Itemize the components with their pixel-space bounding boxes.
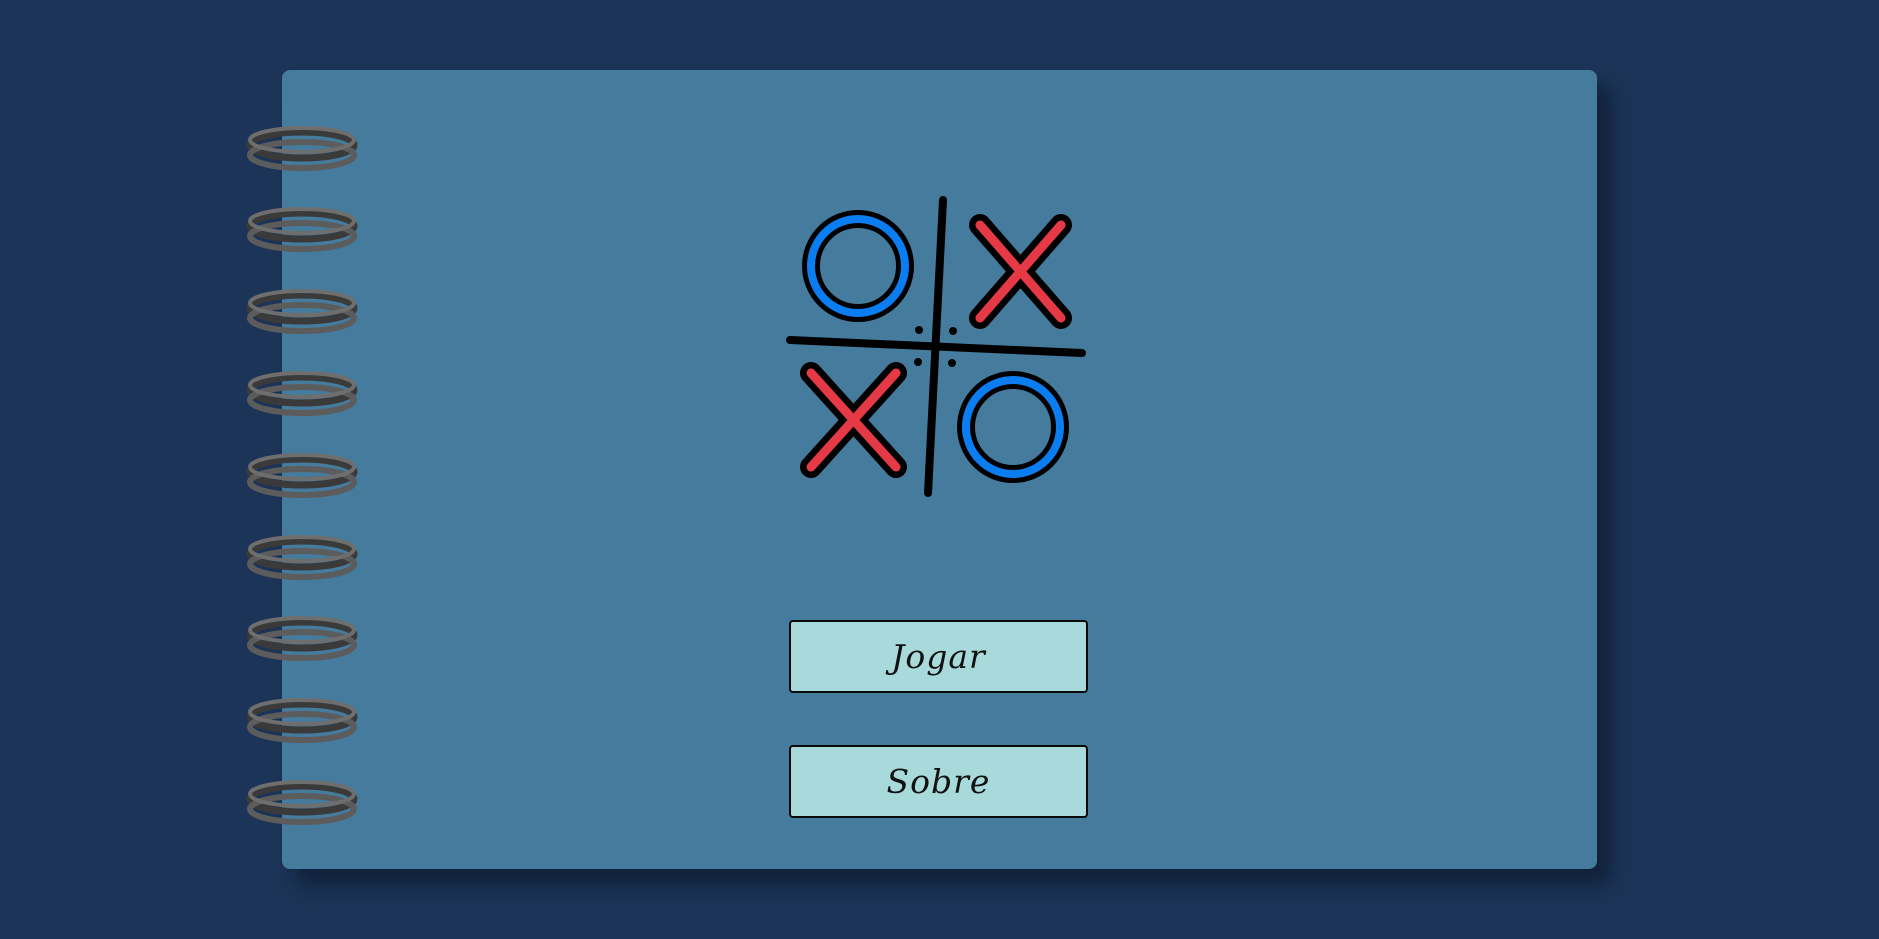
about-button[interactable]: Sobre <box>789 745 1088 818</box>
tic-tac-toe-icon <box>786 196 1086 497</box>
spiral-ring-icon <box>246 126 358 171</box>
spiral-ring-icon <box>246 371 358 416</box>
spiral-ring-icon <box>246 780 358 825</box>
spiral-ring-icon <box>246 207 358 252</box>
spiral-ring-icon <box>246 616 358 661</box>
spiral-ring-icon <box>246 453 358 498</box>
spiral-ring-icon <box>246 535 358 580</box>
spiral-ring-icon <box>246 289 358 334</box>
spiral-ring-icon <box>246 698 358 743</box>
play-button[interactable]: Jogar <box>789 620 1088 693</box>
